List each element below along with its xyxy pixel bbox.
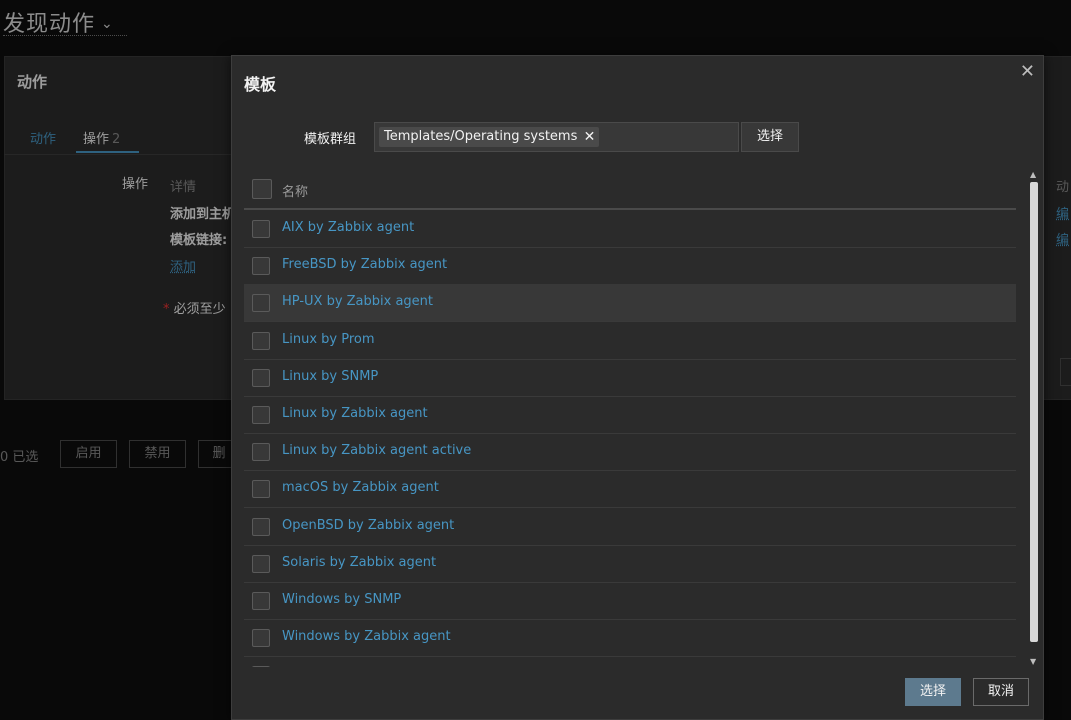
chip-label: Templates/Operating systems — [384, 129, 578, 144]
dialog-title: 模板 — [244, 75, 277, 94]
template-picker-dialog: 模板 ✕ 模板群组 Templates/Operating systems ✕ … — [231, 55, 1044, 720]
remove-icon[interactable]: ✕ — [584, 127, 596, 147]
template-row[interactable]: AIX by Zabbix agent — [244, 210, 1016, 248]
template-name-link[interactable]: OpenBSD by Zabbix agent — [282, 518, 454, 533]
template-name-link[interactable]: Windows by Zabbix agent — [282, 629, 451, 644]
template-name-link[interactable]: FreeBSD by Zabbix agent — [282, 257, 447, 272]
row-checkbox[interactable] — [252, 368, 270, 387]
select-button[interactable]: 选择 — [905, 678, 961, 706]
row-checkbox[interactable] — [252, 443, 270, 462]
select-all-checkbox[interactable] — [252, 179, 272, 199]
row-checkbox[interactable] — [252, 406, 270, 424]
template-name-link[interactable]: Linux by Prom — [282, 332, 375, 347]
row-checkbox[interactable] — [252, 257, 270, 276]
row-checkbox[interactable] — [252, 554, 270, 573]
row-checkbox[interactable] — [252, 517, 270, 536]
list-scrollbar[interactable]: ▲ ▼ — [1028, 170, 1040, 667]
template-row[interactable]: Linux by Zabbix agent — [244, 396, 1016, 434]
list-header: 名称 — [244, 170, 1016, 210]
template-row[interactable]: Linux by Zabbix agent active — [244, 433, 1016, 472]
template-row[interactable]: Windows by Zabbix agent — [244, 619, 1016, 658]
row-checkbox[interactable] — [252, 666, 270, 667]
template-group-multiselect[interactable]: Templates/Operating systems ✕ — [374, 122, 739, 152]
template-name-link[interactable]: Solaris by Zabbix agent — [282, 555, 436, 570]
row-checkbox[interactable] — [252, 220, 270, 238]
row-checkbox[interactable] — [252, 331, 270, 350]
template-row[interactable]: FreeBSD by Zabbix agent — [244, 247, 1016, 286]
row-checkbox[interactable] — [252, 480, 270, 499]
template-name-link[interactable]: Linux by SNMP — [282, 369, 378, 384]
template-name-link[interactable]: Windows by SNMP — [282, 592, 401, 607]
template-name-link[interactable]: Linux by Zabbix agent — [282, 406, 428, 421]
close-icon[interactable]: ✕ — [1020, 61, 1035, 82]
row-checkbox[interactable] — [252, 294, 270, 313]
template-name-link[interactable]: macOS by Zabbix agent — [282, 480, 439, 495]
template-name-link[interactable]: AIX by Zabbix agent — [282, 220, 414, 235]
template-row[interactable]: OpenBSD by Zabbix agent — [244, 508, 1016, 546]
scroll-thumb[interactable] — [1030, 182, 1038, 642]
template-row[interactable]: Windows by SNMP — [244, 582, 1016, 620]
template-list: 名称 AIX by Zabbix agent FreeBSD by Zabbix … — [244, 170, 1016, 667]
template-group-label: 模板群组 — [304, 132, 357, 147]
row-checkbox[interactable] — [252, 629, 270, 648]
template-row[interactable]: Linux by SNMP — [244, 359, 1016, 397]
cancel-button[interactable]: 取消 — [973, 678, 1029, 706]
row-checkbox[interactable] — [252, 592, 270, 610]
template-row[interactable]: Linux by Prom — [244, 322, 1016, 360]
scroll-up-icon[interactable]: ▲ — [1030, 170, 1036, 179]
template-row[interactable]: HP-UX by Zabbix agent — [244, 284, 1016, 323]
selected-group-chip: Templates/Operating systems ✕ — [379, 127, 600, 147]
group-select-button[interactable]: 选择 — [741, 122, 799, 152]
template-row[interactable]: macOS by Zabbix agent — [244, 470, 1016, 509]
template-row[interactable]: Solaris by Zabbix agent — [244, 545, 1016, 583]
template-name-link[interactable]: HP-UX by Zabbix agent — [282, 294, 433, 309]
name-column-header[interactable]: 名称 — [282, 181, 308, 200]
scroll-down-icon[interactable]: ▼ — [1030, 657, 1036, 666]
template-name-link[interactable]: Linux by Zabbix agent active — [282, 443, 471, 458]
